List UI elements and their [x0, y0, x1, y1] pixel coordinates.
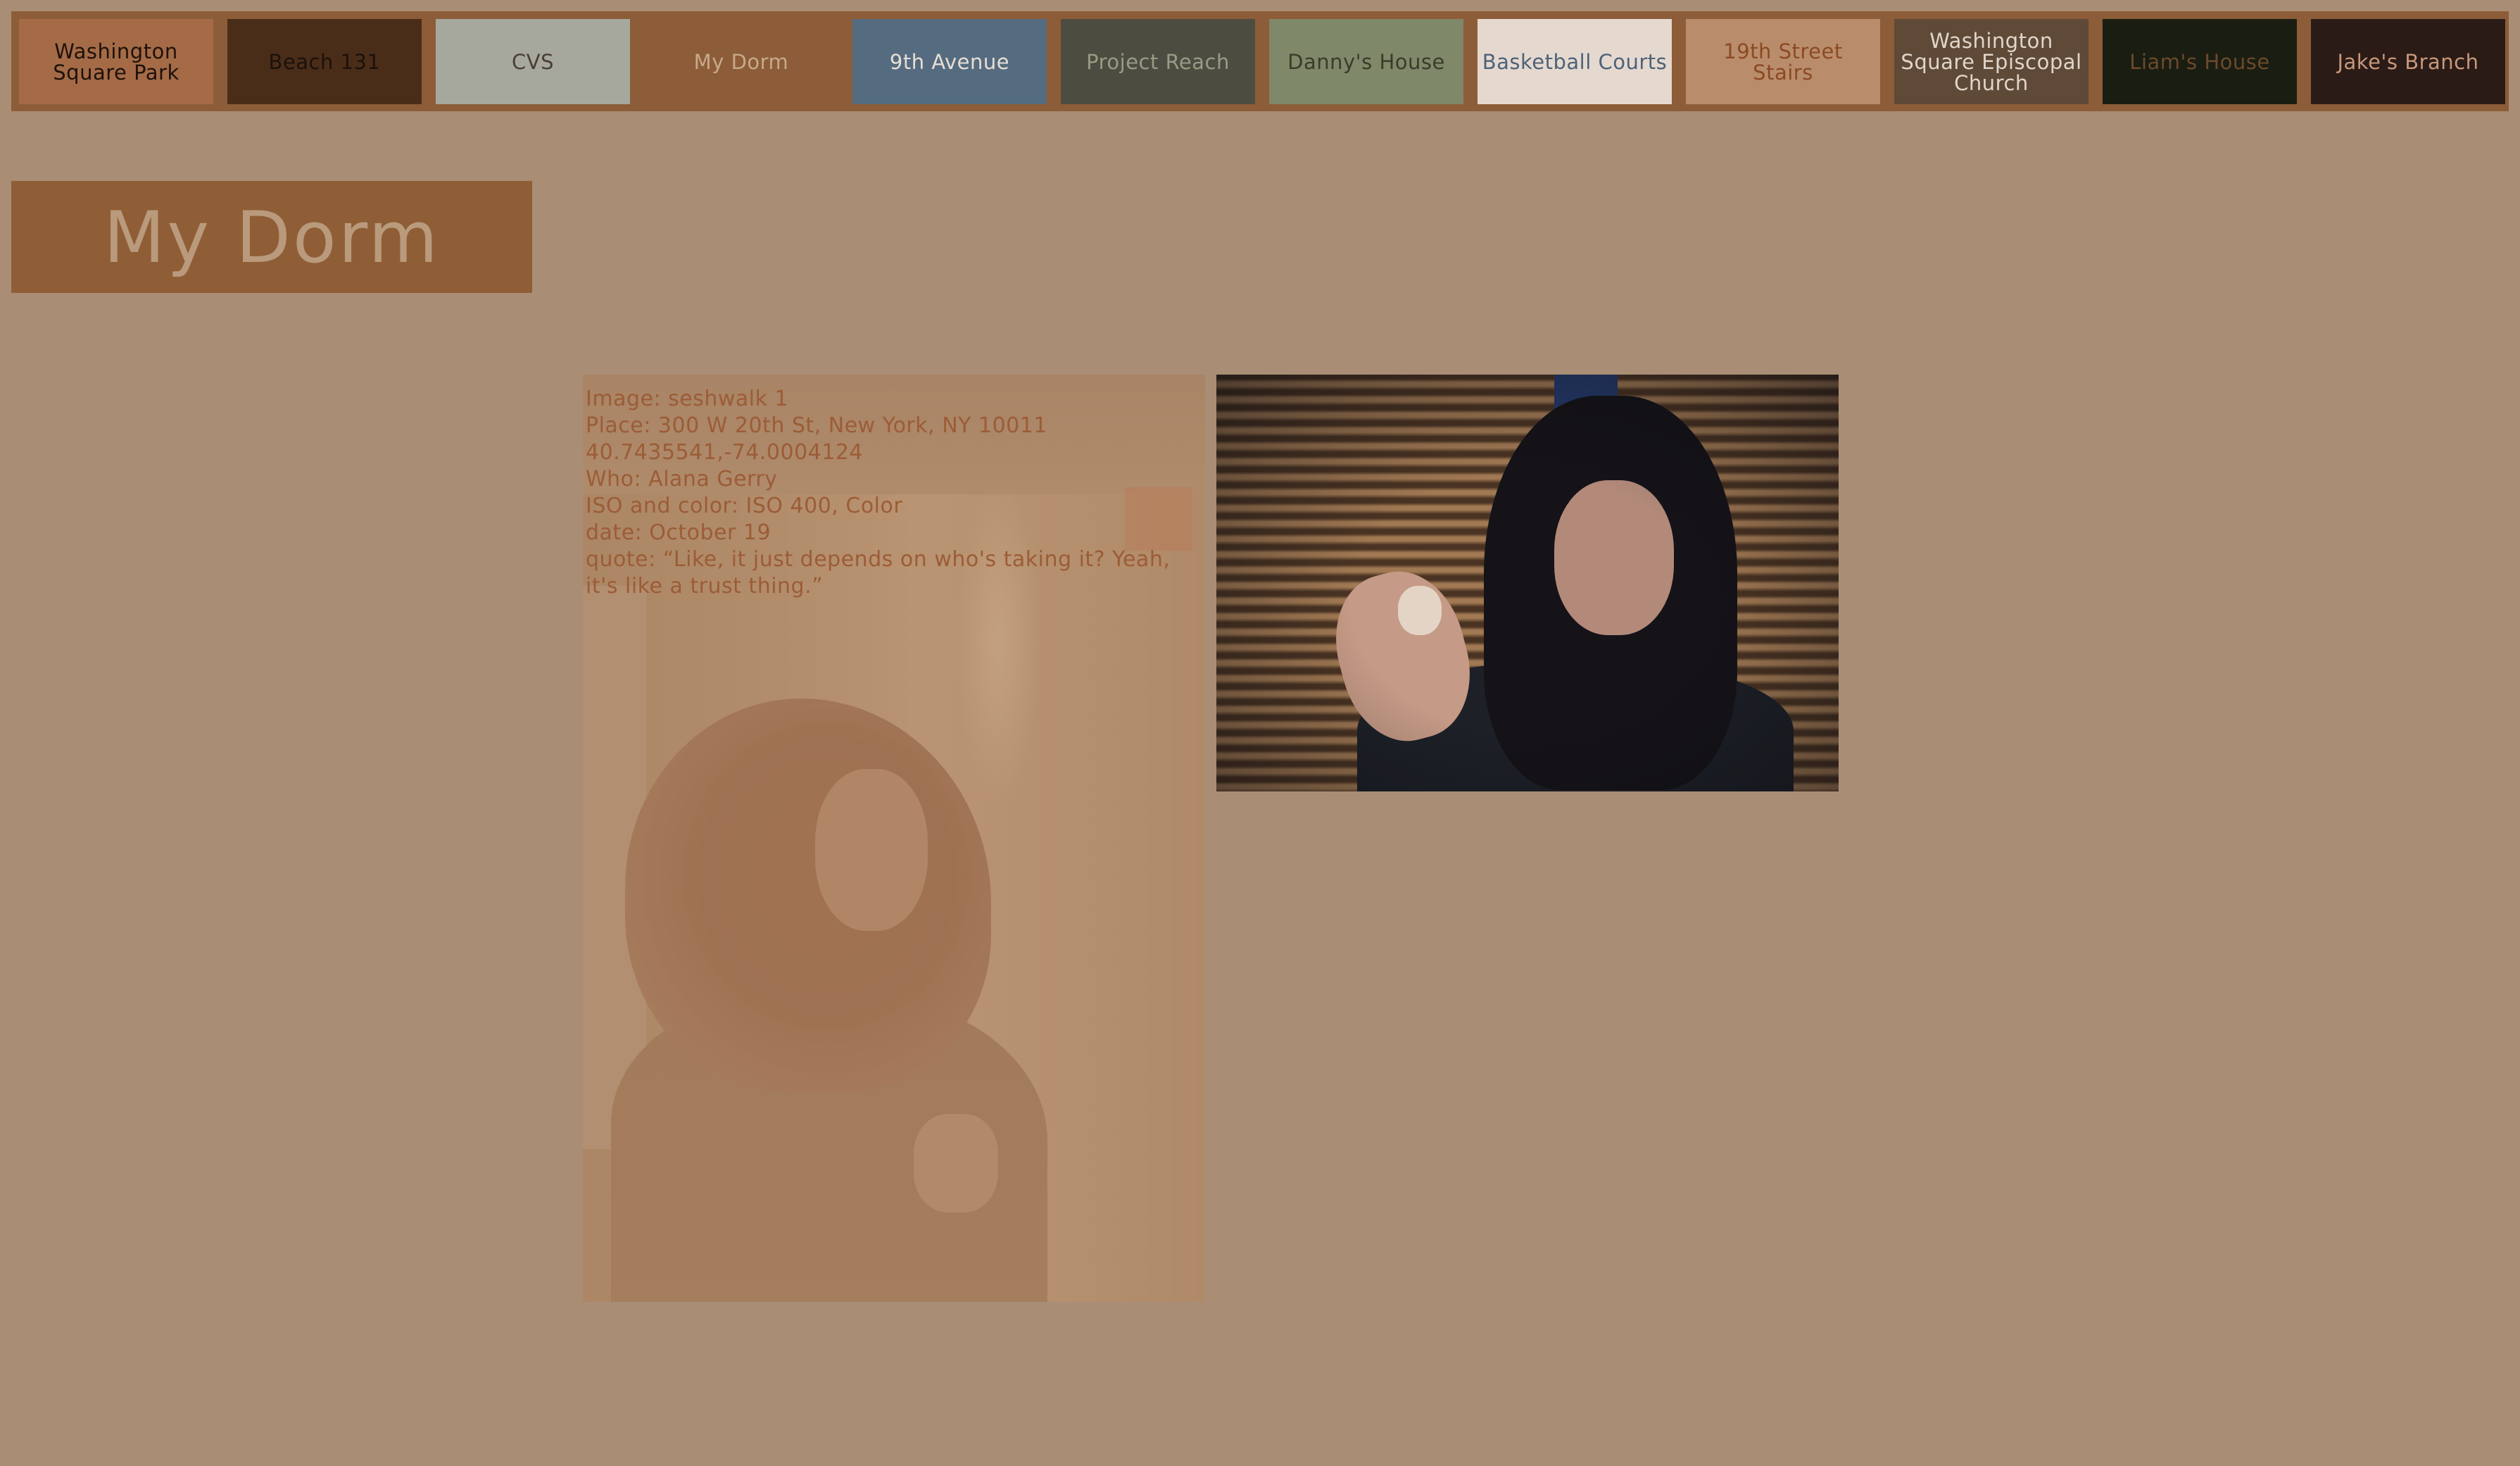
nav-item-label-line: My Dorm	[693, 49, 789, 74]
page-title-banner: My Dorm	[11, 181, 532, 293]
nav-item-label-line: Square Park	[53, 60, 179, 84]
nav-item-19th-street-stairs[interactable]: 19th Street Stairs	[1686, 19, 1880, 104]
nav-item-beach-131[interactable]: Beach 131	[227, 19, 422, 104]
nav-item-label: Washington Square Park	[53, 41, 179, 83]
nav-item-label: Basketball Courts	[1482, 51, 1668, 73]
photo-elevator-portrait	[1216, 375, 1839, 791]
caption-date: date: October 19	[586, 520, 771, 545]
nav-item-cvs[interactable]: CVS	[436, 19, 630, 104]
nav-item-label-line: Project Reach	[1086, 49, 1230, 74]
nav-item-label-line: Washington	[54, 39, 178, 63]
nav-item-label: Washington Square Episcopal Church	[1901, 30, 2081, 94]
nav-item-label: Liam's House	[2129, 51, 2269, 73]
page-title: My Dorm	[103, 195, 440, 279]
nav-item-label-line: Square Episcopal	[1901, 49, 2082, 74]
nav-item-washington-square-episcopal-church[interactable]: Washington Square Episcopal Church	[1894, 19, 2089, 104]
nav-item-my-dorm[interactable]: My Dorm	[644, 19, 838, 104]
nav-item-washington-square-park[interactable]: Washington Square Park	[19, 19, 213, 104]
nav-item-dannys-house[interactable]: Danny's House	[1269, 19, 1463, 104]
nav-item-liams-house[interactable]: Liam's House	[2103, 19, 2297, 104]
nav-item-label-line: Basketball Courts	[1482, 49, 1668, 74]
nav-item-jakes-branch[interactable]: Jake's Branch	[2311, 19, 2505, 104]
nav-item-label-line: Jake's Branch	[2337, 49, 2479, 74]
caption-iso: ISO and color: ISO 400, Color	[586, 494, 903, 518]
nav-item-label-line: Beach 131	[268, 49, 381, 74]
nav-item-label-line: 19th Street	[1723, 39, 1843, 63]
caption-who: Who: Alana Gerry	[586, 467, 778, 491]
nav-item-label: Jake's Branch	[2337, 51, 2478, 73]
nav-item-basketball-courts[interactable]: Basketball Courts	[1478, 19, 1672, 104]
photo-hallway-portrait: Image: seshwalk 1 Place: 300 W 20th St, …	[583, 375, 1205, 1302]
caption-place: Place: 300 W 20th St, New York, NY 10011	[586, 413, 1047, 438]
nav-item-label-line: Washington	[1929, 28, 2053, 53]
photo-caption: Image: seshwalk 1 Place: 300 W 20th St, …	[586, 386, 1202, 600]
nav-item-label: 9th Avenue	[890, 51, 1009, 73]
nav-item-label: My Dorm	[694, 51, 789, 73]
caption-quote: quote: “Like, it just depends on who's t…	[586, 547, 1178, 599]
page: Washington Square Park Beach 131 CVS My D…	[0, 0, 2520, 1466]
nav-item-project-reach[interactable]: Project Reach	[1061, 19, 1255, 104]
nav-item-label: Beach 131	[269, 51, 381, 73]
caption-coordinates: 40.7435541,-74.0004124	[586, 440, 863, 465]
nav-item-label-line: Danny's House	[1287, 49, 1445, 74]
nav-item-label-line: 9th Avenue	[889, 49, 1010, 74]
nav-item-label: Project Reach	[1086, 51, 1230, 73]
nav-item-9th-avenue[interactable]: 9th Avenue	[852, 19, 1047, 104]
top-nav: Washington Square Park Beach 131 CVS My D…	[11, 11, 2509, 111]
nav-item-label-line: Church	[1954, 70, 2029, 95]
caption-image: Image: seshwalk 1	[586, 387, 789, 411]
nav-item-label-line: Stairs	[1753, 60, 1813, 84]
nav-item-label-line: Liam's House	[2129, 49, 2270, 74]
nav-item-label-line: CVS	[512, 49, 554, 74]
nav-item-label: CVS	[512, 51, 554, 73]
nav-item-label: Danny's House	[1287, 51, 1445, 73]
nav-item-label: 19th Street Stairs	[1723, 41, 1843, 83]
